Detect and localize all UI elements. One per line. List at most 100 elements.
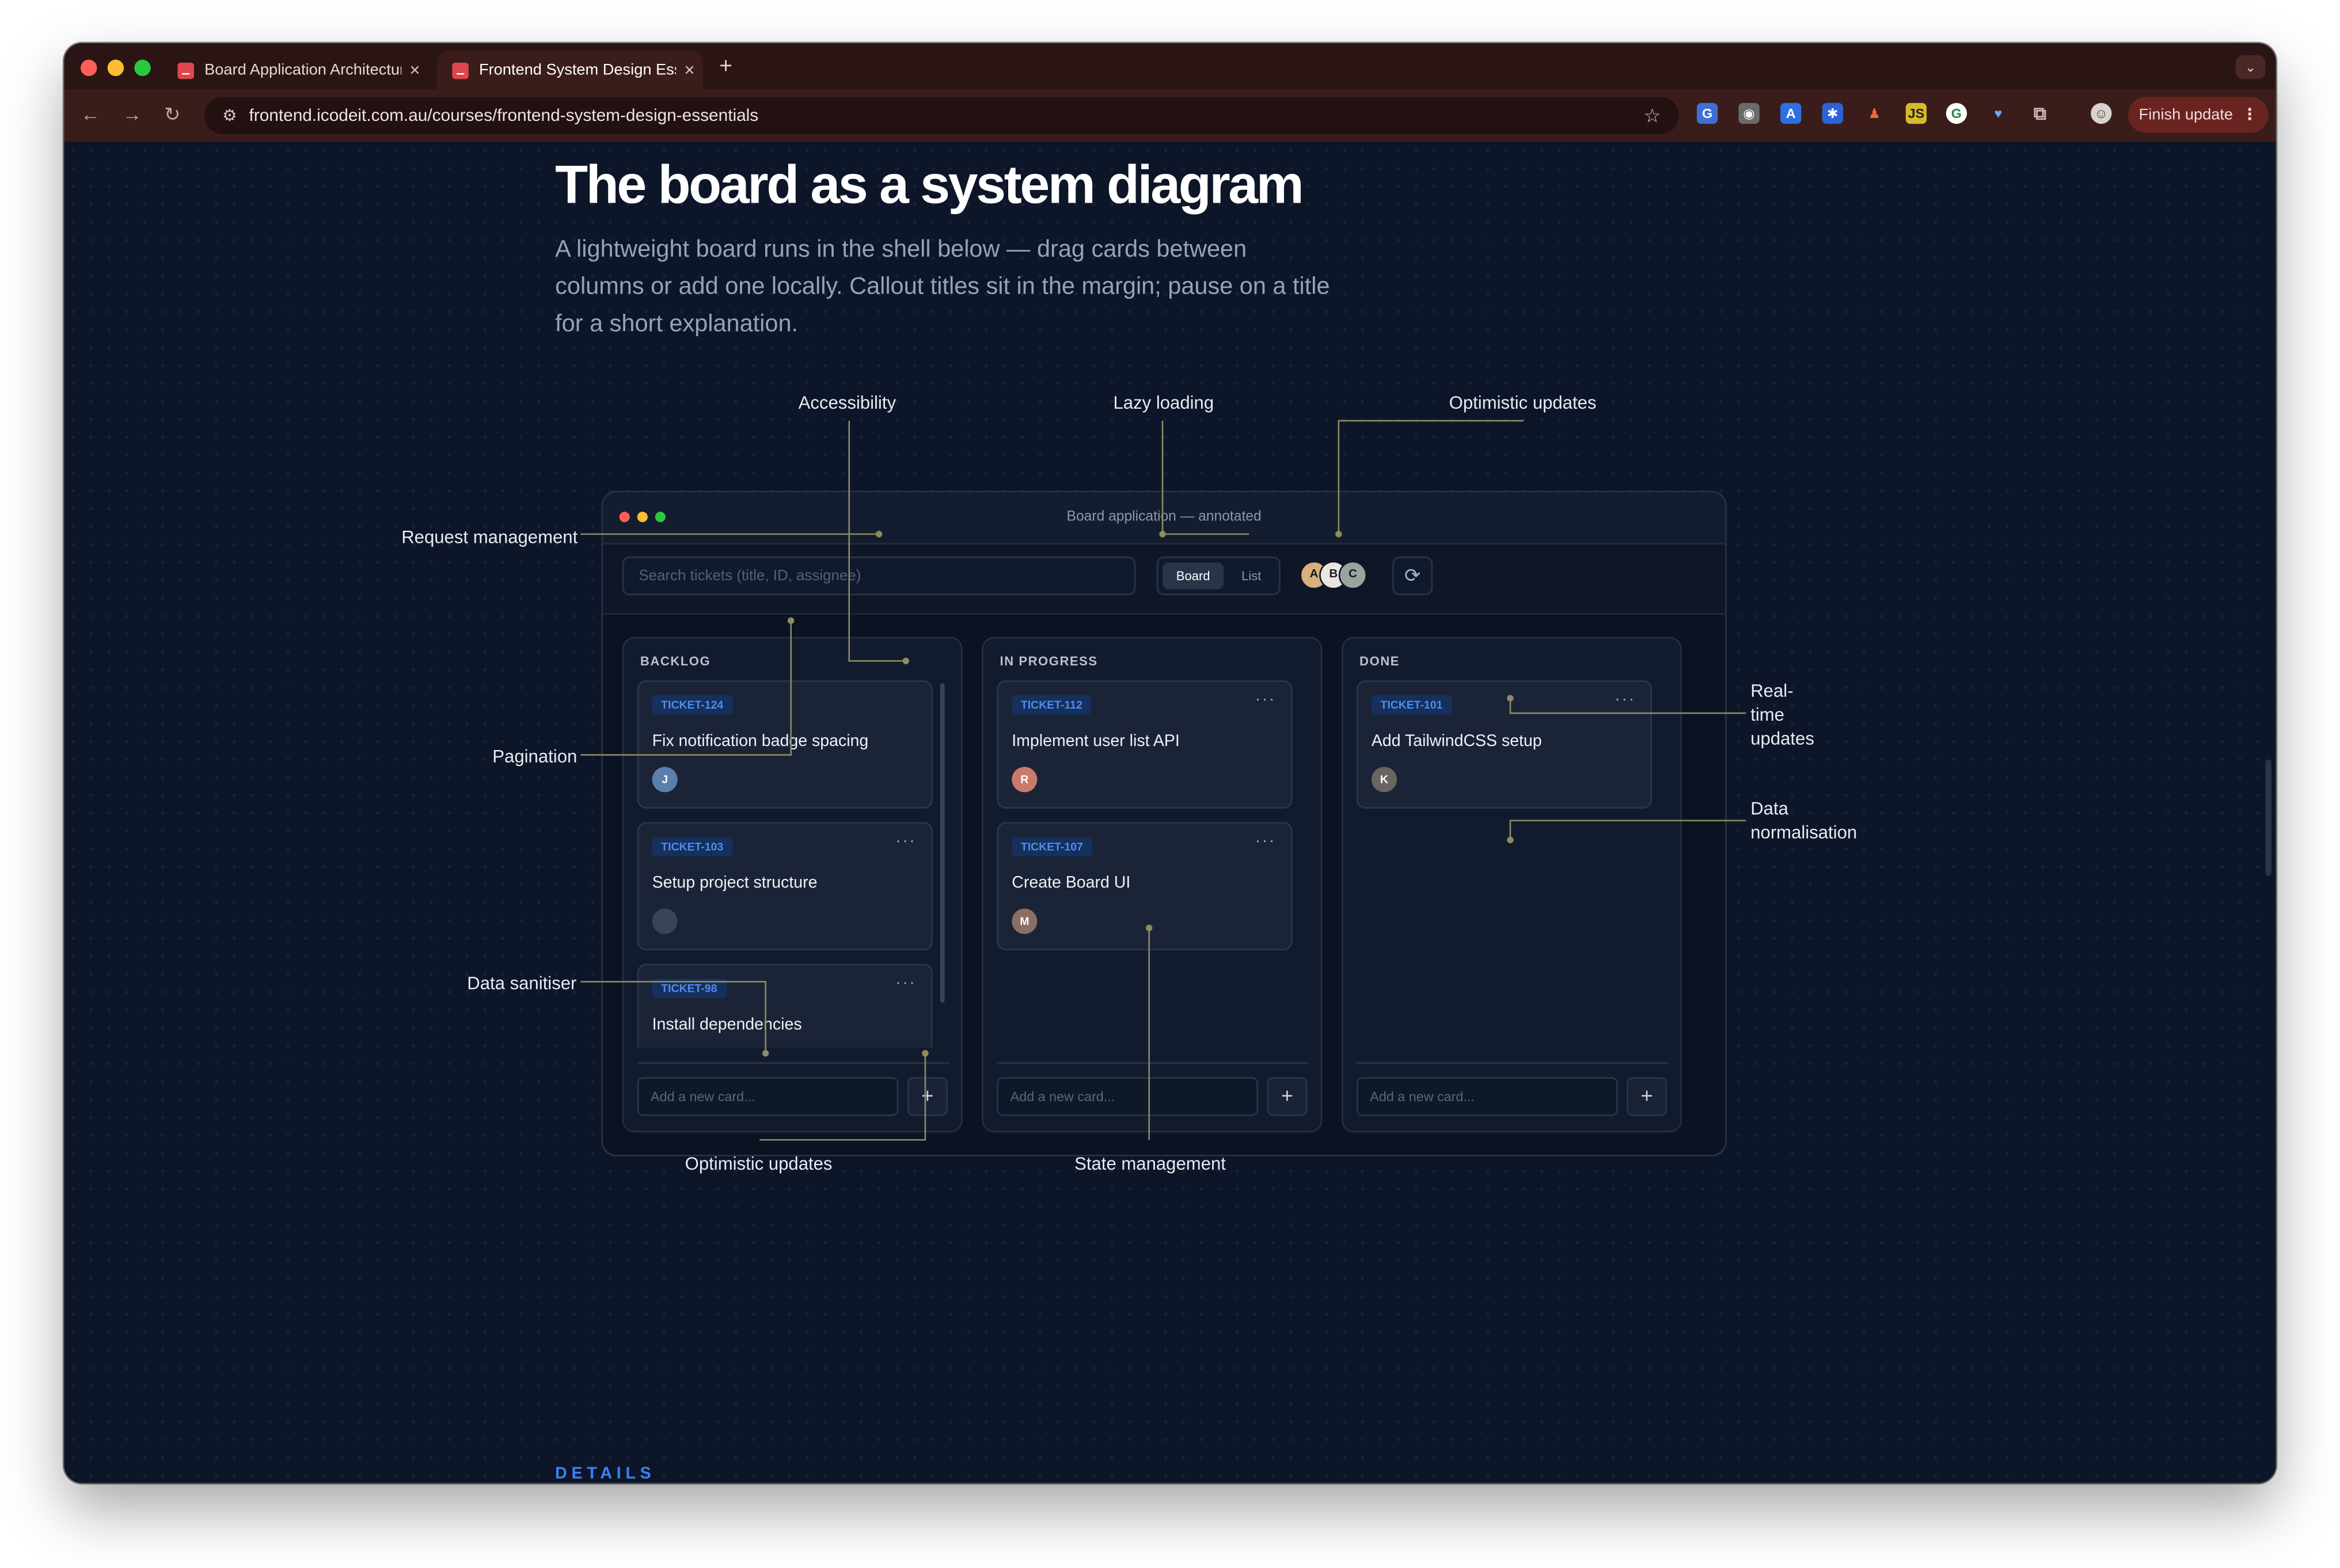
ticket-id-badge: TICKET-107 bbox=[1012, 837, 1092, 857]
kebab-menu-icon[interactable]: ⋮ bbox=[2242, 106, 2258, 124]
assignee-avatar-placeholder bbox=[652, 908, 678, 934]
callout-data-normalisation[interactable]: Data normalisation bbox=[1750, 797, 1870, 844]
callout-pagination[interactable]: Pagination bbox=[492, 746, 577, 767]
back-arrow-icon[interactable]: ← bbox=[81, 103, 100, 125]
avatar: C bbox=[1338, 561, 1367, 589]
board-window-title: Board application — annotated bbox=[1066, 508, 1262, 526]
forward-arrow-icon[interactable]: → bbox=[123, 103, 142, 125]
assignee-avatar: R bbox=[1012, 767, 1038, 793]
camera-extension-icon[interactable]: ◉ bbox=[1738, 102, 1760, 124]
column-title: BACKLOG bbox=[640, 653, 711, 669]
column-done: DONE TICKET-101 ··· Add TailwindCSS setu… bbox=[1342, 637, 1682, 1133]
callout-optimistic-updates-bottom[interactable]: Optimistic updates bbox=[685, 1153, 833, 1174]
callout-lazy-loading[interactable]: Lazy loading bbox=[1114, 393, 1214, 413]
site-favicon-icon bbox=[177, 62, 194, 79]
grammarly-extension-icon[interactable]: G bbox=[1946, 102, 1967, 124]
page-scrollbar[interactable] bbox=[2265, 759, 2271, 876]
gear-extension-icon[interactable]: ✱ bbox=[1822, 102, 1843, 124]
column-scrollbar[interactable] bbox=[940, 683, 945, 1003]
add-card-button[interactable]: + bbox=[1627, 1077, 1667, 1116]
url-text: frontend.icodeit.com.au/courses/frontend… bbox=[249, 106, 759, 125]
finish-update-label: Finish update bbox=[2138, 106, 2233, 124]
figure-extension-icon[interactable]: ♟ bbox=[1864, 103, 1885, 124]
refresh-button[interactable]: ⟳ bbox=[1392, 556, 1433, 596]
column-title: IN PROGRESS bbox=[1000, 653, 1098, 669]
tab-frontend-system-design[interactable]: Frontend System Design Esse × bbox=[437, 51, 703, 90]
reload-icon[interactable]: ↻ bbox=[164, 103, 180, 127]
list-view-button[interactable]: List bbox=[1226, 562, 1276, 589]
card-more-icon[interactable]: ··· bbox=[895, 974, 916, 992]
add-card-input[interactable] bbox=[1356, 1077, 1618, 1116]
extensions-puzzle-icon[interactable]: ⧉ bbox=[2030, 103, 2050, 124]
tab-board-application[interactable]: Board Application Architectur × bbox=[163, 51, 428, 89]
view-toggle: Board List bbox=[1156, 556, 1281, 596]
address-bar[interactable]: ⚙ frontend.icodeit.com.au/courses/fronte… bbox=[204, 97, 1679, 135]
search-input[interactable] bbox=[622, 556, 1136, 596]
assignee-avatar: K bbox=[1371, 767, 1397, 793]
browser-window: Board Application Architectur × Frontend… bbox=[64, 43, 2276, 1483]
collaborator-avatars: A B C bbox=[1300, 561, 1389, 591]
close-window-button[interactable] bbox=[80, 59, 97, 77]
column-divider bbox=[997, 1062, 1309, 1064]
card-more-icon[interactable]: ··· bbox=[1255, 691, 1276, 709]
callout-state-management[interactable]: State management bbox=[1074, 1153, 1226, 1174]
js-extension-icon[interactable]: JS bbox=[1905, 102, 1927, 124]
card-more-icon[interactable]: ··· bbox=[895, 832, 916, 850]
ticket-title: Fix notification badge spacing bbox=[652, 732, 869, 751]
column-divider bbox=[1356, 1062, 1669, 1064]
new-tab-button[interactable]: + bbox=[719, 54, 732, 79]
tab-close-icon[interactable]: × bbox=[676, 60, 703, 81]
board-toolbar: Board List A B C ⟳ bbox=[603, 545, 1726, 615]
add-card-input[interactable] bbox=[997, 1077, 1258, 1116]
card-more-icon[interactable]: ··· bbox=[1615, 691, 1635, 709]
maximize-window-button[interactable] bbox=[134, 59, 151, 77]
ticket-title: Create Board UI bbox=[1012, 874, 1131, 892]
tab-search-chevron-icon[interactable]: ⌄ bbox=[2235, 55, 2266, 79]
profile-avatar-icon[interactable]: ☺ bbox=[2091, 102, 2112, 124]
ticket-id-badge: TICKET-124 bbox=[652, 695, 732, 715]
add-card-input[interactable] bbox=[637, 1077, 899, 1116]
column-divider bbox=[637, 1062, 949, 1064]
card-more-icon[interactable]: ··· bbox=[1255, 832, 1276, 850]
ticket-title: Implement user list API bbox=[1012, 732, 1180, 751]
ticket-card[interactable]: TICKET-112 ··· Implement user list API R bbox=[997, 680, 1293, 809]
a-extension-icon[interactable]: A bbox=[1780, 102, 1802, 124]
add-card-button[interactable]: + bbox=[1267, 1077, 1308, 1116]
page-content: The board as a system diagram A lightwei… bbox=[64, 142, 2276, 1483]
finish-update-button[interactable]: Finish update ⋮ bbox=[2128, 97, 2269, 133]
callout-optimistic-updates-top[interactable]: Optimistic updates bbox=[1449, 393, 1597, 413]
ticket-id-badge: TICKET-103 bbox=[652, 837, 732, 857]
callout-request-management[interactable]: Request management bbox=[401, 527, 578, 547]
tab-title: Board Application Architectur bbox=[204, 61, 402, 79]
callout-realtime-updates[interactable]: Real-time updates bbox=[1750, 679, 1816, 750]
assignee-avatar: J bbox=[652, 767, 678, 793]
column-in-progress: IN PROGRESS TICKET-112 ··· Implement use… bbox=[982, 637, 1323, 1133]
column-title: DONE bbox=[1359, 653, 1400, 669]
ticket-title: Add TailwindCSS setup bbox=[1371, 732, 1542, 751]
bookmark-star-icon[interactable]: ☆ bbox=[1644, 104, 1661, 127]
ticket-card[interactable]: TICKET-98 ··· Install dependencies bbox=[637, 964, 933, 1048]
ticket-card[interactable]: TICKET-101 ··· Add TailwindCSS setup K bbox=[1356, 680, 1653, 809]
callout-data-sanitiser[interactable]: Data sanitiser bbox=[467, 973, 576, 994]
site-favicon-icon bbox=[452, 62, 469, 79]
minimize-window-button[interactable] bbox=[107, 59, 124, 77]
details-section-label: DETAILS bbox=[555, 1465, 656, 1483]
ticket-card[interactable]: TICKET-124 Fix notification badge spacin… bbox=[637, 680, 933, 809]
ticket-id-badge: TICKET-112 bbox=[1012, 695, 1092, 715]
ticket-title: Install dependencies bbox=[652, 1016, 802, 1034]
site-settings-icon[interactable]: ⚙ bbox=[222, 106, 237, 125]
column-backlog: BACKLOG TICKET-124 Fix notification badg… bbox=[622, 637, 963, 1133]
shield-extension-icon[interactable]: ♥ bbox=[1988, 103, 2008, 124]
tab-close-icon[interactable]: × bbox=[401, 60, 428, 81]
toolbar: ⚙ frontend.icodeit.com.au/courses/fronte… bbox=[64, 89, 2276, 142]
board-view-button[interactable]: Board bbox=[1163, 562, 1224, 589]
translate-extension-icon[interactable]: G bbox=[1696, 102, 1718, 124]
ticket-card[interactable]: TICKET-107 ··· Create Board UI M bbox=[997, 822, 1293, 950]
ticket-card[interactable]: TICKET-103 ··· Setup project structure bbox=[637, 822, 933, 950]
assignee-avatar: M bbox=[1012, 908, 1038, 934]
callout-accessibility[interactable]: Accessibility bbox=[799, 393, 896, 413]
page-description: A lightweight board runs in the shell be… bbox=[555, 237, 1330, 337]
add-card-button[interactable]: + bbox=[907, 1077, 948, 1116]
tab-title: Frontend System Design Esse bbox=[478, 61, 677, 79]
refresh-icon: ⟳ bbox=[1404, 564, 1421, 587]
